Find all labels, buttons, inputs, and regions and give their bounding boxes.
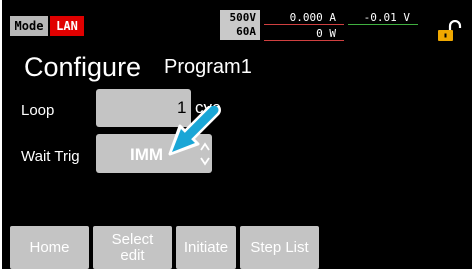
step-list-softkey[interactable]: Step List — [240, 226, 319, 269]
page-title: Configure — [24, 52, 142, 82]
lock-icon[interactable] — [436, 20, 462, 42]
voltage-underline — [348, 24, 418, 25]
current-range: 60A — [236, 25, 256, 38]
voltage-range: 500V — [229, 11, 257, 24]
home-softkey[interactable]: Home — [10, 226, 89, 269]
loop-label: Loop — [21, 102, 55, 119]
range-indicator: 500V 60A — [220, 10, 260, 40]
lan-badge: LAN — [50, 16, 84, 36]
current-reading: 0.000 A — [289, 11, 336, 24]
select-edit-softkey[interactable]: Select edit — [93, 226, 172, 269]
select-edit-label: Select edit — [111, 230, 154, 264]
wait-trig-value: IMM — [130, 145, 164, 164]
wait-trig-label: Wait Trig — [21, 148, 80, 165]
current-underline — [264, 24, 344, 25]
mode-badge: Mode — [10, 16, 48, 36]
voltage-reading: -0.01 V — [363, 11, 410, 24]
initiate-softkey[interactable]: Initiate — [176, 226, 236, 269]
program-name: Program1 — [164, 56, 252, 78]
power-underline — [264, 40, 344, 41]
power-reading: 0 W — [316, 27, 336, 40]
pointer-arrow-icon — [168, 106, 221, 156]
instrument-screen: Mode LAN 500V 60A 0.000 A -0.01 V 0 W Co… — [2, 0, 472, 269]
